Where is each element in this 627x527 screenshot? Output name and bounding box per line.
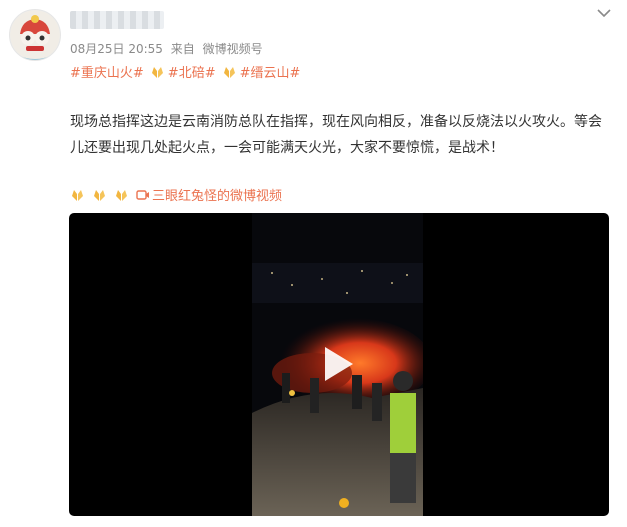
- post-text-line: 现场总指挥这边是云南消防总队在指挥，现在风向相反，准备以反烧法以火攻火。等会: [70, 114, 602, 130]
- praying-hands-emoji: [150, 65, 165, 79]
- video-source-label: 三眼红兔怪的微博视频: [152, 189, 283, 204]
- source-prefix: 来自: [170, 42, 195, 56]
- praying-hands-emoji: [70, 188, 85, 202]
- username-blurred[interactable]: [70, 11, 164, 29]
- chevron-down-icon[interactable]: [595, 6, 613, 20]
- praying-hands-emoji: [114, 188, 129, 202]
- topic-tags: #重庆山火# #北碚# #缙云山#: [70, 62, 300, 81]
- video-link-icon: [136, 189, 150, 201]
- video-source-link[interactable]: 三眼红兔怪的微博视频: [136, 185, 282, 204]
- video-source: 三眼红兔怪的微博视频: [70, 185, 282, 204]
- post-source[interactable]: 微博视频号: [203, 42, 263, 56]
- post-content: 现场总指挥这边是云南消防总队在指挥，现在风向相反，准备以反烧法以火攻火。等会 儿…: [70, 109, 610, 161]
- topic-tag[interactable]: #缙云山#: [240, 66, 301, 81]
- praying-hands-emoji: [92, 188, 107, 202]
- post-text-line: 儿还要出现几处起火点，一会可能满天火光，大家不要惊慌，是战术！: [70, 140, 504, 156]
- post-meta: 08月25日 20:55 来自 微博视频号: [70, 40, 263, 57]
- video-player[interactable]: [69, 213, 609, 516]
- praying-hands-emoji: [222, 65, 237, 79]
- post-date[interactable]: 08月25日 20:55: [70, 42, 163, 56]
- topic-tag[interactable]: #重庆山火#: [70, 66, 144, 81]
- play-icon[interactable]: [325, 347, 353, 381]
- avatar[interactable]: [9, 9, 61, 61]
- topic-tag[interactable]: #北碚#: [168, 66, 216, 81]
